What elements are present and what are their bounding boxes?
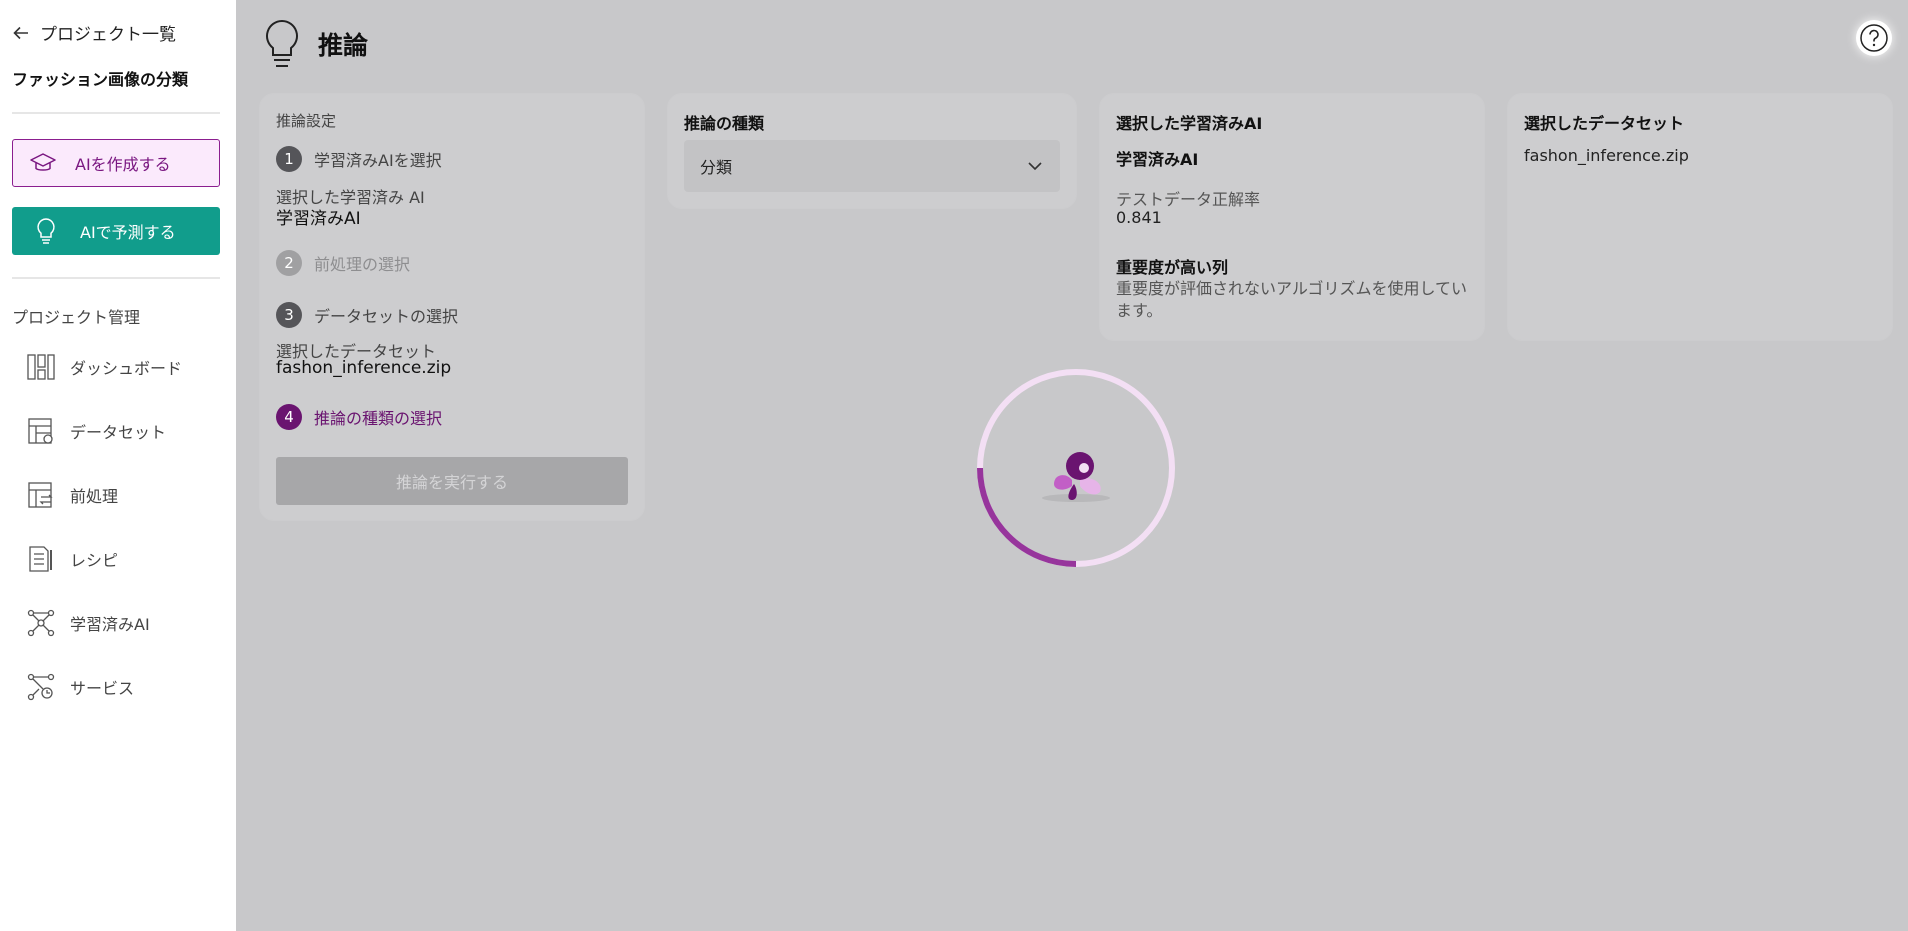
trained-ai-icon xyxy=(27,609,55,637)
sidebar: プロジェクト一覧 ファッション画像の分類 AIを作成する AIで予測する プロジ… xyxy=(0,0,236,931)
create-ai-button[interactable]: AIを作成する xyxy=(12,139,220,187)
nav-item-service[interactable]: サービス xyxy=(26,667,226,707)
nav-label: ダッシュボード xyxy=(70,359,183,378)
help-button[interactable] xyxy=(1856,20,1892,56)
step-number: 3 xyxy=(276,302,302,328)
inference-type-title: 推論の種類 xyxy=(684,114,765,133)
inference-settings-card: 推論設定 1 学習済みAIを選択 選択した学習済み AI 学習済みAI 2 前処… xyxy=(260,94,644,520)
selected-ai-value: 学習済みAI xyxy=(276,209,361,229)
settings-title: 推論設定 xyxy=(276,112,337,130)
loading-logo-icon xyxy=(1042,452,1110,502)
project-name: ファッション画像の分類 xyxy=(12,70,189,89)
preprocess-icon xyxy=(28,482,53,508)
dataset-icon xyxy=(28,418,53,444)
importance-text: 重要度が評価されないアルゴリズムを使用しています。 xyxy=(1116,279,1468,320)
selected-dataset-name: fashon_inference.zip xyxy=(1524,146,1689,165)
nav-label: レシピ xyxy=(70,551,119,570)
nav-label: 前処理 xyxy=(70,487,119,506)
selected-ai-title: 選択した学習済みAI xyxy=(1116,114,1263,133)
nav-item-preprocess[interactable]: 前処理 xyxy=(26,475,226,515)
importance-title: 重要度が高い列 xyxy=(1116,258,1229,277)
nav-label: データセット xyxy=(70,423,167,442)
inference-type-select[interactable]: 分類 xyxy=(684,140,1060,192)
step-select-dataset[interactable]: 3 データセットの選択 xyxy=(276,302,458,328)
step-label: データセットの選択 xyxy=(314,307,459,326)
step-preprocess[interactable]: 2 前処理の選択 xyxy=(276,250,410,276)
step-label: 学習済みAIを選択 xyxy=(314,151,442,170)
back-to-projects-link[interactable]: プロジェクト一覧 xyxy=(12,20,176,45)
lightbulb-icon xyxy=(37,218,55,244)
divider xyxy=(12,112,220,114)
lightbulb-icon xyxy=(266,19,298,67)
divider xyxy=(12,277,220,279)
nav-item-trained-ai[interactable]: 学習済みAI xyxy=(26,603,226,643)
step-number: 2 xyxy=(276,250,302,276)
selected-ai-name: 学習済みAI xyxy=(1116,150,1199,169)
arrow-left-icon xyxy=(13,26,28,39)
nav-item-recipe[interactable]: レシピ xyxy=(26,539,226,579)
inference-type-card: 推論の種類 分類 xyxy=(668,94,1076,208)
nav-item-dataset[interactable]: データセット xyxy=(26,411,226,451)
graduation-cap-icon xyxy=(30,153,56,171)
nav-item-dashboard[interactable]: ダッシュボード xyxy=(26,347,226,387)
step-label: 前処理の選択 xyxy=(314,255,411,274)
step-select-ai[interactable]: 1 学習済みAIを選択 xyxy=(276,146,442,172)
dashboard-icon xyxy=(27,354,55,380)
selected-dataset-card: 選択したデータセット fashon_inference.zip xyxy=(1508,94,1892,340)
selected-dataset-value: fashon_inference.zip xyxy=(276,358,452,378)
selected-ai-card: 選択した学習済みAI 学習済みAI テストデータ正解率 0.841 重要度が高い… xyxy=(1100,94,1484,340)
create-ai-label: AIを作成する xyxy=(75,155,171,174)
question-circle-icon xyxy=(1860,24,1888,52)
page-title: 推論 xyxy=(318,31,369,60)
predict-ai-label: AIで予測する xyxy=(80,223,176,242)
nav-label: 学習済みAI xyxy=(70,615,150,634)
selected-dataset-title: 選択したデータセット xyxy=(1524,114,1685,133)
service-icon xyxy=(27,673,55,701)
inference-type-value: 分類 xyxy=(700,158,733,177)
accuracy-label: テストデータ正解率 xyxy=(1116,190,1261,209)
nav-label: サービス xyxy=(70,679,135,698)
project-management-label: プロジェクト管理 xyxy=(12,308,141,327)
predict-ai-button[interactable]: AIで予測する xyxy=(12,207,220,255)
recipe-icon xyxy=(29,546,52,572)
step-label: 推論の種類の選択 xyxy=(314,409,443,428)
step-number: 4 xyxy=(276,404,302,430)
chevron-down-icon xyxy=(1028,162,1042,171)
accuracy-value: 0.841 xyxy=(1116,208,1162,227)
run-inference-button[interactable]: 推論を実行する xyxy=(276,457,628,505)
page-header: 推論 xyxy=(262,18,368,70)
back-link-label: プロジェクト一覧 xyxy=(40,25,176,45)
loading-spinner xyxy=(977,369,1175,567)
step-inference-type[interactable]: 4 推論の種類の選択 xyxy=(276,404,442,430)
step-number: 1 xyxy=(276,146,302,172)
